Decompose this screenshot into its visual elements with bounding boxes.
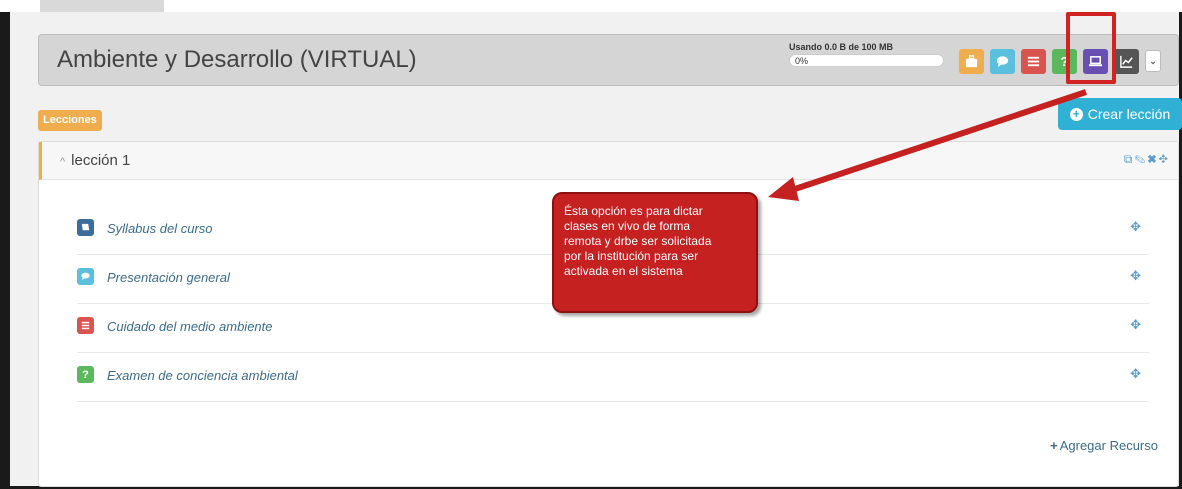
question-icon: ? xyxy=(77,366,94,383)
plus-icon: + xyxy=(1050,438,1058,453)
briefcase-button[interactable] xyxy=(959,48,984,74)
book-icon xyxy=(77,219,94,236)
more-options-dropdown[interactable]: ⌄ xyxy=(1145,50,1161,72)
callout-line: Ésta opción es para dictar xyxy=(564,204,703,218)
chevron-up-icon[interactable]: ^ xyxy=(60,156,65,168)
lesson-title-text: lección 1 xyxy=(71,152,131,169)
briefcase-icon xyxy=(965,54,978,67)
callout-line: activada en el sistema xyxy=(564,264,683,278)
move-icon[interactable]: ✥ xyxy=(1130,317,1141,333)
move-icon[interactable]: ✥ xyxy=(1130,219,1141,235)
move-icon[interactable]: ✥ xyxy=(1130,268,1141,284)
resource-link[interactable]: Examen de conciencia ambiental xyxy=(107,368,298,383)
resource-link[interactable]: Presentación general xyxy=(107,270,230,285)
storage-progress-bar: 0% xyxy=(789,54,944,67)
chat-icon xyxy=(77,268,94,285)
add-resource-button[interactable]: + Agregar Recurso xyxy=(1050,438,1158,453)
screenshot-frame: Ambiente y Desarrollo (VIRTUAL) Usando 0… xyxy=(0,0,1182,489)
resource-link[interactable]: Syllabus del curso xyxy=(107,221,213,236)
line-chart-icon xyxy=(1120,55,1133,68)
course-header: Ambiente y Desarrollo (VIRTUAL) Usando 0… xyxy=(38,34,1179,86)
delete-icon[interactable]: ✖ xyxy=(1147,152,1158,166)
document-button[interactable] xyxy=(1021,48,1046,74)
question-glyph: ? xyxy=(82,368,89,381)
callout-line: por la institución para ser xyxy=(564,249,699,263)
callout-line: clases en vivo de forma xyxy=(564,219,691,233)
lesson-header[interactable]: ^ lección 1 ⧉✎✖✥ xyxy=(39,142,1178,180)
move-icon[interactable]: ✥ xyxy=(1159,152,1170,166)
lesson-title: ^ lección 1 xyxy=(60,152,130,169)
copy-icon[interactable]: ⧉ xyxy=(1124,152,1135,166)
list-item[interactable]: ? Examen de conciencia ambiental ✥ xyxy=(77,353,1149,402)
add-resource-label: Agregar Recurso xyxy=(1059,438,1158,453)
resource-toolbar: ? ⌄ xyxy=(959,48,1161,74)
chevron-down-icon: ⌄ xyxy=(1149,55,1157,66)
top-strip xyxy=(0,0,1182,12)
create-lesson-button[interactable]: + Crear lección xyxy=(1058,98,1182,130)
chat-button[interactable] xyxy=(990,48,1015,74)
resource-link[interactable]: Cuidado del medio ambiente xyxy=(107,319,273,334)
document-icon xyxy=(77,317,94,334)
callout-line: remota y drbe ser solicitada xyxy=(564,234,712,248)
lessons-badge: Lecciones xyxy=(38,110,102,131)
plus-circle-icon: + xyxy=(1069,107,1083,121)
course-title: Ambiente y Desarrollo (VIRTUAL) xyxy=(57,46,417,73)
create-lesson-label: Crear lección xyxy=(1087,106,1171,122)
storage-percent: 0% xyxy=(795,56,809,66)
storage-usage: Usando 0.0 B de 100 MB 0% xyxy=(789,42,944,67)
document-icon xyxy=(1027,56,1040,66)
annotation-callout: Ésta opción es para dictar clases en viv… xyxy=(552,192,758,313)
highlight-box xyxy=(1066,12,1116,84)
chat-icon xyxy=(996,55,1009,67)
storage-usage-text: Usando 0.0 B de 100 MB xyxy=(789,42,894,52)
lesson-tools: ⧉✎✖✥ xyxy=(1124,152,1170,167)
chart-button[interactable] xyxy=(1114,48,1139,74)
move-icon[interactable]: ✥ xyxy=(1130,366,1141,382)
edit-pencil-icon[interactable]: ✎ xyxy=(1134,152,1147,166)
